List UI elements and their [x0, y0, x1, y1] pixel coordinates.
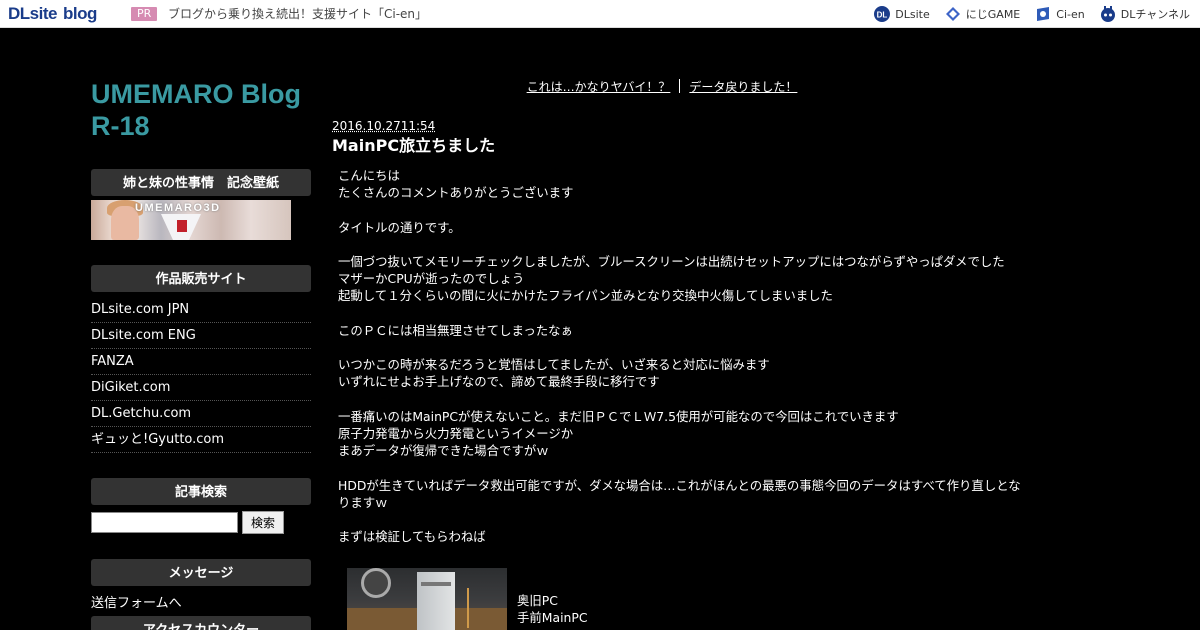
wallpaper-heading: 姉と妹の性事情 記念壁紙: [91, 169, 311, 196]
photo-cable: [467, 588, 497, 628]
post-line: 原子力発電から火力発電というイメージか: [338, 425, 574, 441]
post-line: [338, 459, 1030, 476]
photo-caption: 奥旧PC 手前MainPC: [517, 592, 587, 626]
topnav-dlchannel[interactable]: DLチャンネル: [1099, 5, 1190, 23]
post-line: [338, 236, 1030, 253]
post-line: [338, 305, 1030, 322]
nav-separator: [679, 79, 681, 93]
post-date: 2016.10.2711:54: [332, 119, 436, 133]
search-input[interactable]: [91, 512, 238, 533]
topnav-label: にじGAME: [965, 8, 1021, 21]
post-line: HDDが生きていればデータ救出可能ですが、ダメな場合は…これがほんとの最悪の事態…: [338, 477, 1021, 510]
photo-caption-line: 手前MainPC: [517, 610, 588, 626]
topnav-dlsite[interactable]: DL DLsite: [873, 5, 930, 23]
counter-heading: アクセスカウンター: [91, 616, 311, 630]
shop-link-dlsite-jpn[interactable]: DLsite.com JPN: [91, 297, 311, 323]
post-line: タイトルの通りです。: [338, 219, 461, 235]
shop-link-gyutto[interactable]: ギュッと!Gyutto.com: [91, 427, 311, 453]
wallpaper-banner[interactable]: UMEMARO3D: [91, 200, 291, 240]
post-line: 起動して１分くらいの間に火にかけたフライパン並みとなり交換中火傷してしまいました: [338, 288, 833, 304]
photo-pc-tower: [417, 572, 455, 630]
message-form-link[interactable]: 送信フォームへ: [91, 596, 311, 612]
blog-title[interactable]: UMEMARO Blog R-18: [91, 78, 311, 142]
logo-main: DLsite: [8, 4, 57, 23]
post-photo[interactable]: [347, 568, 507, 630]
post-line: いずれにせよお手上げなので、諦めて最終手段に移行です: [338, 374, 660, 390]
nijigame-icon: [945, 7, 960, 21]
post-line: [338, 391, 1030, 408]
post-line: [338, 511, 1030, 528]
photo-drive-bay: [421, 582, 451, 586]
top-nav: DL DLsite にじGAME Ci-en DLチャンネル: [873, 4, 1190, 24]
message-heading: メッセージ: [91, 559, 311, 586]
post-line: [338, 339, 1030, 356]
logo-sub: blog: [62, 4, 97, 23]
dlsite-icon: DL: [874, 6, 891, 22]
prev-post-link[interactable]: これは…かなりヤバイ！？: [527, 80, 671, 94]
photo-caption-line: 奥旧PC: [517, 593, 558, 608]
post-title[interactable]: MainPC旅立ちました: [332, 136, 495, 156]
pr-link[interactable]: ブログから乗り換え続出！支援サイト「Ci-en」: [168, 6, 427, 22]
topnav-label: DLチャンネル: [1120, 8, 1190, 21]
post-line: マザーかCPUが逝ったのでしょう: [338, 271, 525, 287]
dlchannel-icon: [1100, 6, 1115, 22]
post-line: 一個づつ抜いてメモリーチェックしましたが、ブルースクリーンは出続けセットアップに…: [338, 253, 1005, 269]
post-nav: これは…かなりヤバイ！？ データ戻りました！: [332, 78, 992, 95]
shop-heading: 作品販売サイト: [91, 265, 311, 292]
post-line: まずは検証してもらわねば: [338, 529, 486, 545]
topnav-cien[interactable]: Ci-en: [1034, 5, 1085, 23]
shop-link-fanza[interactable]: FANZA: [91, 349, 311, 375]
post-line: こんにちは: [338, 168, 400, 183]
cien-icon: [1037, 7, 1050, 21]
search-form: 検索: [91, 511, 311, 534]
shop-link-dlsite-eng[interactable]: DLsite.com ENG: [91, 323, 311, 349]
post-line: いつかこの時が来るだろうと覚悟はしてましたが、いざ来ると対応に悩みます: [338, 357, 770, 373]
post-line: このＰＣには相当無理させてしまったなぁ: [338, 322, 573, 338]
post-line: まあデータが復帰できた場合ですがｗ: [338, 443, 549, 459]
post-line: [338, 201, 1030, 218]
dlsite-blog-logo[interactable]: DLsite blog: [8, 4, 97, 24]
svg-text:DL: DL: [877, 11, 888, 20]
topnav-label: DLsite: [895, 7, 930, 21]
shop-list: DLsite.com JPN DLsite.com ENG FANZA DiGi…: [91, 297, 311, 453]
photo-fan: [361, 568, 391, 598]
topnav-label: Ci-en: [1056, 7, 1085, 21]
post-body: こんにちは たくさんのコメントありがとうございます タイトルの通りです。 一個づ…: [338, 167, 1030, 545]
banner-watermark: UMEMARO3D: [135, 202, 221, 214]
top-bar: DLsite blog PR ブログから乗り換え続出！支援サイト「Ci-en」 …: [0, 0, 1200, 28]
topnav-nijigame[interactable]: にじGAME: [944, 5, 1021, 23]
next-post-link[interactable]: データ戻りました！: [689, 80, 797, 94]
search-button[interactable]: 検索: [242, 511, 284, 534]
shop-link-digiket[interactable]: DiGiket.com: [91, 375, 311, 401]
sidebar: UMEMARO Blog R-18 姉と妹の性事情 記念壁紙 UMEMARO3D…: [91, 78, 311, 630]
post-line: 一番痛いのはMainPCが使えないこと。まだ旧ＰＣでＬＷ7.5使用が可能なので今…: [338, 408, 899, 424]
shop-link-getchu[interactable]: DL.Getchu.com: [91, 401, 311, 427]
pr-badge: PR: [131, 7, 158, 21]
banner-bow: [177, 220, 187, 232]
post-line: たくさんのコメントありがとうございます: [338, 185, 574, 201]
search-heading: 記事検索: [91, 478, 311, 505]
